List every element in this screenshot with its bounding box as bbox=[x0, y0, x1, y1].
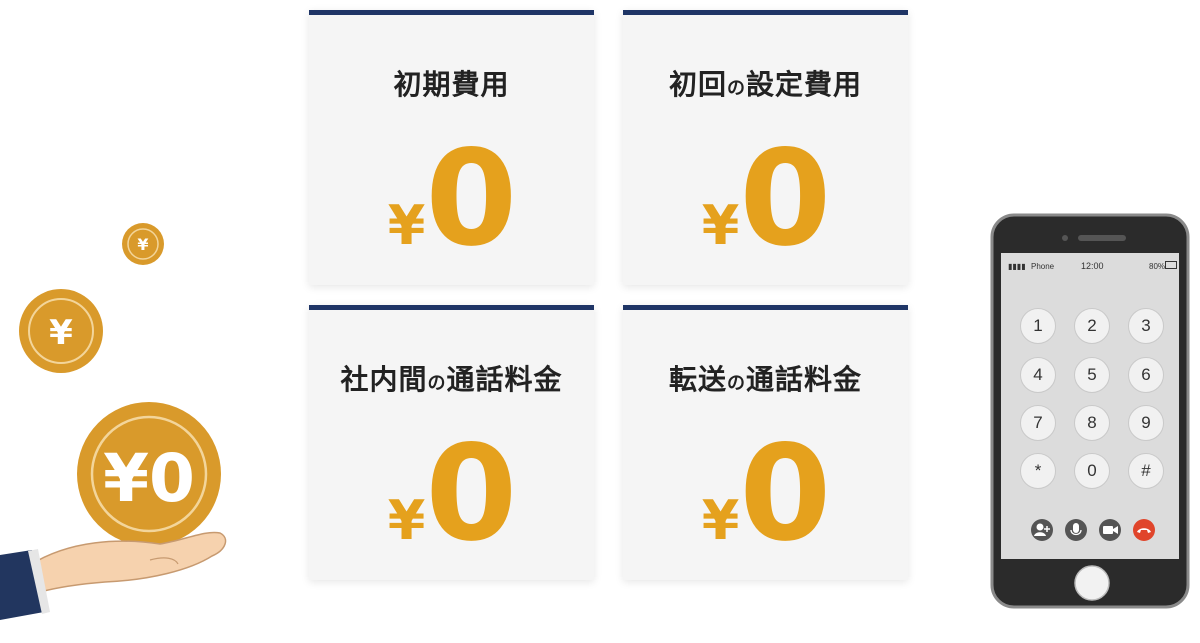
medium-coin-icon: ¥ bbox=[19, 289, 103, 373]
key-7[interactable]: 7 bbox=[1020, 405, 1056, 441]
card-setup-cost: 初回の設定費用 ¥0 bbox=[623, 10, 908, 285]
battery-label: 80% bbox=[1149, 262, 1166, 271]
currency-symbol: ¥ bbox=[701, 194, 740, 257]
key-0[interactable]: 0 bbox=[1074, 453, 1110, 489]
svg-text:¥: ¥ bbox=[49, 313, 73, 353]
microphone-icon[interactable] bbox=[1065, 519, 1087, 541]
price-amount: 0 bbox=[739, 417, 831, 571]
small-coin-icon: ¥ bbox=[122, 223, 164, 265]
svg-text:¥0: ¥0 bbox=[103, 440, 195, 517]
video-camera-icon[interactable] bbox=[1099, 519, 1121, 541]
card-title: 初期費用 bbox=[393, 68, 510, 101]
card-title: 初回の設定費用 bbox=[668, 68, 863, 101]
key-5[interactable]: 5 bbox=[1074, 357, 1110, 393]
svg-text:¥: ¥ bbox=[137, 235, 148, 254]
signal-icon: ▮▮▮▮ bbox=[1008, 262, 1026, 271]
key-1[interactable]: 1 bbox=[1020, 308, 1056, 344]
price-amount: 0 bbox=[739, 122, 831, 276]
battery-icon bbox=[1165, 261, 1177, 269]
hand-icon bbox=[0, 531, 227, 620]
price-amount: 0 bbox=[425, 122, 517, 276]
price: ¥0 bbox=[623, 428, 908, 560]
currency-symbol: ¥ bbox=[387, 194, 426, 257]
card-internal-call-cost: 社内間の通話料金 ¥0 bbox=[309, 305, 594, 580]
currency-symbol: ¥ bbox=[701, 489, 740, 552]
card-title: 社内間の通話料金 bbox=[340, 363, 563, 396]
phone-status-bar: ▮▮▮▮ Phone 12:00 80% bbox=[1003, 260, 1177, 274]
large-coin-icon: ¥0 bbox=[77, 402, 221, 546]
price: ¥0 bbox=[309, 428, 594, 560]
card-title: 転送の通話料金 bbox=[668, 363, 863, 396]
key-9[interactable]: 9 bbox=[1128, 405, 1164, 441]
key-8[interactable]: 8 bbox=[1074, 405, 1110, 441]
add-contact-icon[interactable] bbox=[1031, 519, 1053, 541]
currency-symbol: ¥ bbox=[387, 489, 426, 552]
key-3[interactable]: 3 bbox=[1128, 308, 1164, 344]
coins-hand-illustration: ¥ ¥ ¥0 bbox=[0, 223, 227, 620]
carrier-label: Phone bbox=[1031, 262, 1055, 271]
card-initial-cost: 初期費用 ¥0 bbox=[309, 10, 594, 285]
key-hash[interactable]: # bbox=[1128, 453, 1164, 489]
key-4[interactable]: 4 bbox=[1020, 357, 1056, 393]
price-amount: 0 bbox=[425, 417, 517, 571]
card-transfer-call-cost: 転送の通話料金 ¥0 bbox=[623, 305, 908, 580]
end-call-icon[interactable] bbox=[1133, 519, 1155, 541]
key-2[interactable]: 2 bbox=[1074, 308, 1110, 344]
key-6[interactable]: 6 bbox=[1128, 357, 1164, 393]
key-star[interactable]: * bbox=[1020, 453, 1056, 489]
price: ¥0 bbox=[623, 133, 908, 265]
clock: 12:00 bbox=[1081, 261, 1104, 271]
phone-call-actions bbox=[1031, 519, 1155, 541]
price: ¥0 bbox=[309, 133, 594, 265]
